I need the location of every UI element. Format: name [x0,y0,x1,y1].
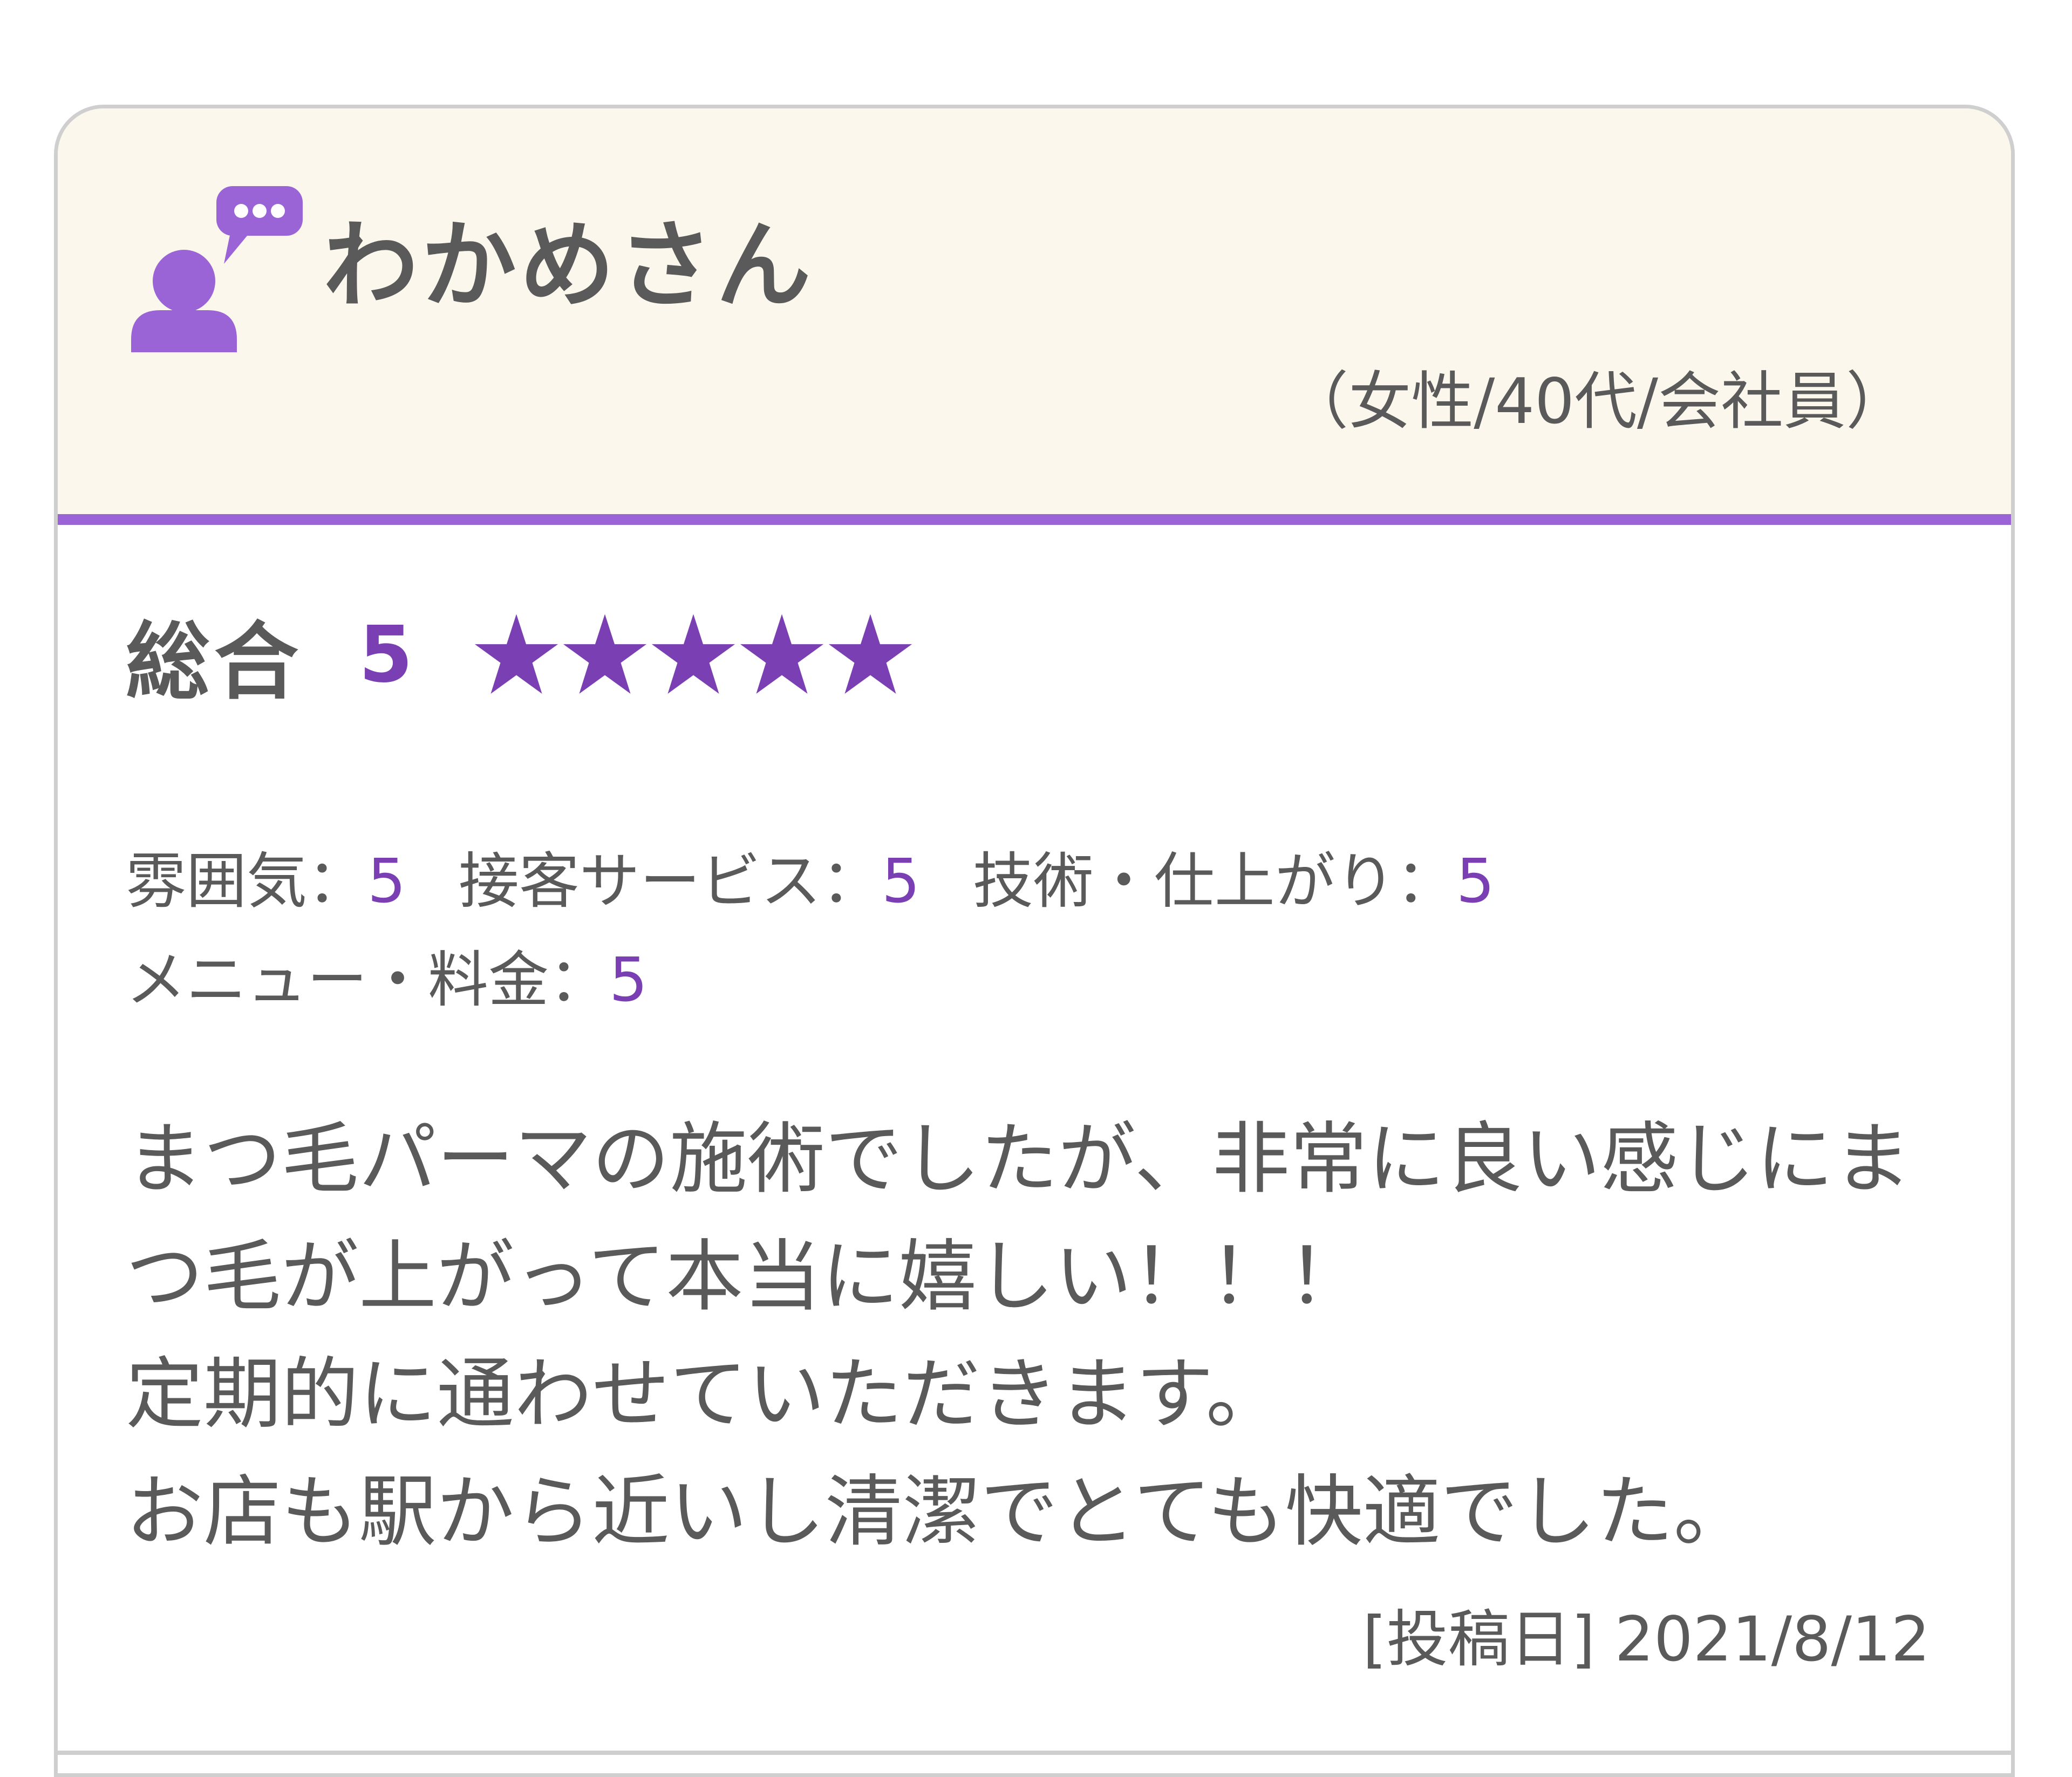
post-date: [投稿日] 2021/8/12 [1362,1603,1930,1675]
star-icon [563,614,647,694]
sub-ratings-row: メニュー・料金：5 [126,942,681,1018]
comment-line: つ毛が上がって本当に嬉しい！！！ [126,1231,1365,1322]
sub-rating-service: 接客サービス：5 [458,846,921,917]
comment-line: まつ毛パーマの施術でしたが、非常に良い感じにま [126,1113,1912,1204]
reviewer-name: わかめさん [323,210,815,321]
overall-score: 5 [359,609,413,700]
star-icon [475,614,558,694]
sub-rating-menu-price: メニュー・料金：5 [126,945,648,1015]
sub-rating-atmosphere: 雰囲気：5 [126,846,406,917]
star-rating [472,612,915,696]
overall-rating: 総合 5 [126,600,915,711]
star-icon [652,614,735,694]
header-divider [58,514,2011,525]
comment-line: 定期的に通わせていただきます。 [126,1349,1284,1439]
star-icon [740,614,824,694]
sub-rating-technique: 技術・仕上がり：5 [972,846,1495,917]
comment-line: お店も駅から近いし清潔でとても快適でした。 [126,1466,1751,1557]
review-comment: まつ毛パーマの施術でしたが、非常に良い感じにま つ毛が上がって本当に嬉しい！！！… [126,1100,1971,1570]
overall-label: 総合 [126,613,303,711]
sub-ratings-row: 雰囲気：5 接客サービス：5 技術・仕上がり：5 [126,844,1528,919]
star-icon [829,614,912,694]
footer-divider [58,1751,2011,1755]
review-card: わかめさん （女性/40代/会社員） 総合 5 雰囲気：5 接客サービス：5 技… [54,105,2015,1777]
user-chat-icon [131,186,303,352]
review-header: わかめさん （女性/40代/会社員） [58,108,2011,514]
reviewer-demographics: （女性/40代/会社員） [1286,365,1909,438]
